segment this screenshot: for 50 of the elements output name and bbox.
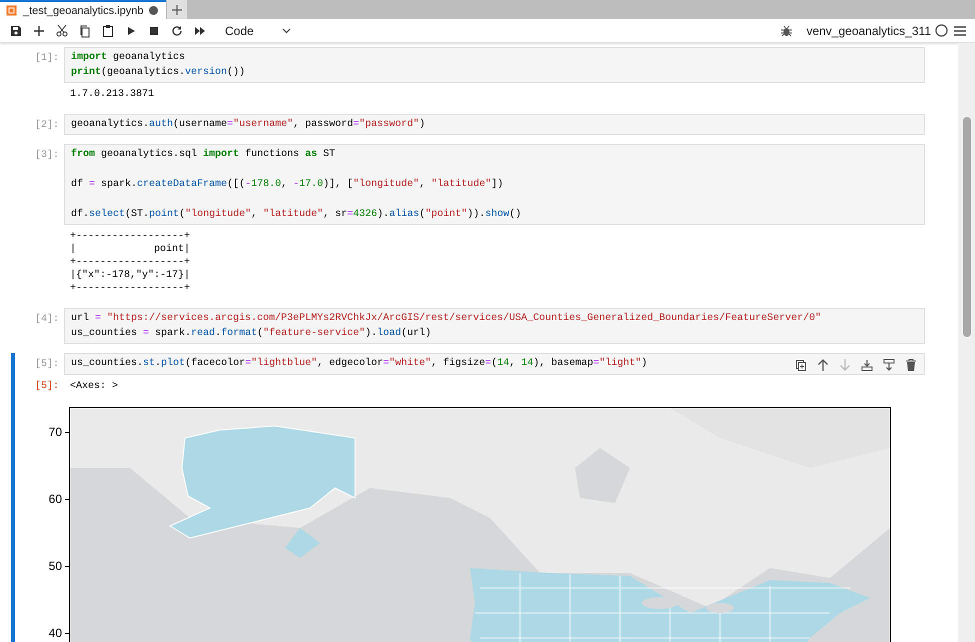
kernel-name[interactable]: venv_geoanalytics_311 xyxy=(806,24,931,38)
scissors-icon xyxy=(54,24,68,38)
cell-output: <Axes: > xyxy=(69,380,118,394)
cut-button[interactable] xyxy=(54,23,69,38)
notebook-tab[interactable]: _test_geoanalytics.ipynb xyxy=(0,0,166,19)
insert-cell-button[interactable] xyxy=(31,23,46,38)
cell-output: +------------------+ | point| +------------------+ |{"x":-178,"y":-17}| +------------------+ xyxy=(69,230,190,296)
clipboard-icon xyxy=(100,24,114,38)
execution-count: [2]: xyxy=(34,118,60,132)
code-cell[interactable]: url = "https://services.arcgis.com/P3ePLMYs2RVChkJx/ArcGIS/rest/services/USA_Counties_Generalized_Boundaries/FeatureServer/0" us_counties = spark.read.format("feature-service").load(url) xyxy=(64,308,925,344)
delete-button[interactable] xyxy=(903,357,918,372)
cell-type-dropdown[interactable]: Code xyxy=(225,22,291,40)
code-cell[interactable]: geoanalytics.auth(username="username", password="password") xyxy=(64,114,925,135)
code-cell[interactable]: import geoanalytics print(geoanalytics.version()) xyxy=(64,47,925,83)
y-tick-label: 40 xyxy=(48,626,62,640)
notebook-icon xyxy=(6,5,17,16)
execution-count: [4]: xyxy=(34,312,60,326)
plus-icon xyxy=(32,24,46,38)
menu-icon xyxy=(954,26,966,36)
plus-icon xyxy=(172,4,182,14)
duplicate-icon xyxy=(794,358,808,372)
code-cell[interactable]: from geoanalytics.sql import functions as ST df = spark.createDataFrame([(-178.0, -17.0)], ["longitude", "latitude"]) df.select(ST.point("longitude", "latitude", sr=4326).alias("point")).show() xyxy=(64,144,925,225)
debugger-button[interactable] xyxy=(779,23,794,38)
up-arrow-icon xyxy=(816,358,830,372)
insert-above-icon xyxy=(860,358,874,372)
cell-output: 1.7.0.213.3871 xyxy=(69,88,154,102)
execution-count: [5]: xyxy=(34,358,60,371)
bug-icon xyxy=(781,24,792,36)
y-tick-label: 50 xyxy=(48,559,62,573)
insert-below-icon xyxy=(882,358,896,372)
y-tick-label: 60 xyxy=(48,492,62,506)
duplicate-button[interactable] xyxy=(793,357,808,372)
chevron-down-icon xyxy=(282,28,291,34)
new-tab-button[interactable] xyxy=(167,0,188,19)
output-prompt: [5]: xyxy=(34,380,60,393)
restart-icon xyxy=(170,24,184,38)
save-icon xyxy=(8,24,22,38)
paste-button[interactable] xyxy=(100,23,115,38)
execution-count: [3]: xyxy=(34,148,60,162)
insert-below-button[interactable] xyxy=(881,357,896,372)
copy-icon xyxy=(78,24,92,38)
trash-icon xyxy=(904,358,918,372)
down-arrow-icon xyxy=(838,358,852,372)
menu-button[interactable] xyxy=(952,23,967,38)
code-cell[interactable]: us_counties.st.plot(facecolor="lightblue", edgecolor="white", figsize=(14, 14), basemap="light") xyxy=(64,353,925,375)
y-tick-label: 70 xyxy=(48,425,62,439)
save-button[interactable] xyxy=(8,23,23,38)
scrollbar[interactable] xyxy=(958,43,975,642)
insert-above-button[interactable] xyxy=(859,357,874,372)
execution-count: [1]: xyxy=(34,52,60,65)
